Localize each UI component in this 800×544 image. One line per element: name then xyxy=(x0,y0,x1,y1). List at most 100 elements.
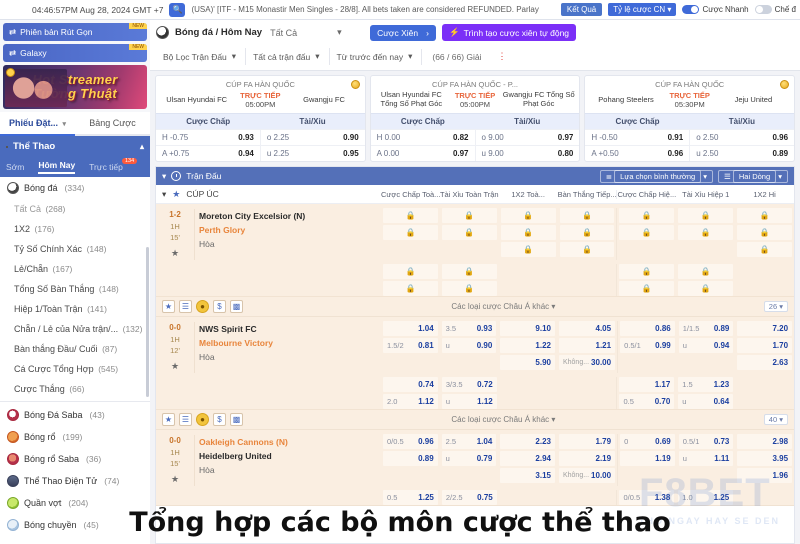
hot-streamer-banner[interactable]: Hot Streamer Tường Thuật xyxy=(3,65,147,109)
dollar-icon[interactable]: $ xyxy=(213,300,226,313)
sidebar-item-total-goals[interactable]: Tổng Số Bàn Thắng (148) xyxy=(0,279,150,299)
odd-cell[interactable]: 5.90 xyxy=(500,355,555,370)
card-odd-cell[interactable]: o 2.50 0.96 xyxy=(689,130,794,145)
card-odd-cell[interactable]: o 9.00 0.97 xyxy=(474,130,580,145)
odd-cell[interactable]: 0.5/1 0.73 xyxy=(678,434,734,449)
odd-cell[interactable]: 2.0 1.12 xyxy=(383,394,438,409)
sort-icon[interactable]: ⋮ xyxy=(494,51,507,62)
coin-icon[interactable]: ● xyxy=(196,413,209,426)
sidebar-item-esports[interactable]: Thể Thao Điện Tử (74) xyxy=(0,470,150,492)
odd-cell[interactable]: 0.86 xyxy=(620,321,675,336)
odd-cell[interactable]: 4.05 xyxy=(558,321,616,336)
card-odd-cell[interactable]: H 0.00 0.82 xyxy=(371,130,475,145)
quick-bet-switch[interactable] xyxy=(682,5,700,14)
odd-cell[interactable]: 3.95 xyxy=(737,451,793,466)
sports-header[interactable]: Thể Thao ▴ xyxy=(0,136,150,157)
odd-cell[interactable]: 1.21 xyxy=(558,338,616,353)
selection-mode-select[interactable]: ≣ Lựa chọn bình thường ▾ xyxy=(599,169,714,183)
mode-toggle[interactable]: Chế đ xyxy=(754,5,796,14)
card-odd-cell[interactable]: H -0.75 0.93 xyxy=(156,130,260,145)
sidebar-item-tennis[interactable]: Quần vợt (204) xyxy=(0,492,150,514)
quick-bet-toggle[interactable]: Cược Nhanh xyxy=(682,5,749,14)
results-button[interactable]: Kết Quả xyxy=(560,3,603,16)
sidebar-item-football-saba[interactable]: Bóng Đá Saba (43) xyxy=(0,404,150,426)
odd-cell[interactable]: u 0.90 xyxy=(441,338,497,353)
row-mode-select[interactable]: ☰ Hai Dòng ▾ xyxy=(718,169,788,183)
odd-cell[interactable]: 0.5 0.70 xyxy=(619,394,675,409)
odd-cell[interactable]: 2.63 xyxy=(737,355,793,370)
odd-cell[interactable]: 1.04 xyxy=(383,321,438,336)
card-odd-cell[interactable]: A +0.75 0.94 xyxy=(156,146,260,161)
odd-cell[interactable]: Không... 10.00 xyxy=(558,468,616,483)
odd-cell[interactable]: 0/0.5 0.96 xyxy=(383,434,438,449)
star-icon[interactable]: ★ xyxy=(162,300,175,313)
sidebar-item-1x2[interactable]: 1X2 (176) xyxy=(0,219,150,239)
card-odd-cell[interactable]: H -0.50 0.91 xyxy=(585,130,689,145)
stats-icon[interactable]: ▩ xyxy=(230,300,243,313)
coin-icon[interactable]: ● xyxy=(196,300,209,313)
odd-cell[interactable]: 1.22 xyxy=(500,338,555,353)
card-odd-cell[interactable]: A 0.00 0.97 xyxy=(371,146,475,161)
promo-galaxy[interactable]: ⇄ Galaxy NEW xyxy=(3,44,147,62)
sub-tab-early[interactable]: Sớm xyxy=(6,162,24,172)
odd-cell[interactable]: 2/2.5 0.75 xyxy=(441,490,497,505)
sidebar-item-basketball-saba[interactable]: Bóng rổ Saba (36) xyxy=(0,448,150,470)
nav-group-football[interactable]: Bóng đá (334) xyxy=(0,177,150,199)
promo-lite-version[interactable]: ⇄ Phiên bản Rút Gọn NEW xyxy=(3,23,147,41)
odd-cell[interactable]: Không... 30.00 xyxy=(558,355,616,370)
card-odd-cell[interactable]: u 9.00 0.80 xyxy=(474,146,580,161)
card-odd-cell[interactable]: A +0.50 0.96 xyxy=(585,146,689,161)
featured-card[interactable]: CÚP FA HÀN QUỐC Pohang Steelers TRỰC TIẾ… xyxy=(584,75,796,162)
search-icon[interactable]: 🔍 xyxy=(169,2,186,17)
chevron-down-icon-table[interactable]: ▾ xyxy=(162,171,166,182)
sidebar-item-first-last-goal[interactable]: Bàn thắng Đầu/ Cuối (87) xyxy=(0,339,150,359)
odd-cell[interactable]: u 0.64 xyxy=(678,394,734,409)
sidebar-item-all[interactable]: Tất Cả (268) xyxy=(0,199,150,219)
favorite-star-icon[interactable]: ★ xyxy=(156,247,194,261)
odd-cell[interactable]: 0.5/1 0.99 xyxy=(620,338,675,353)
odd-cell[interactable]: u 1.11 xyxy=(678,451,734,466)
sidebar-scrollbar[interactable] xyxy=(146,247,149,397)
more-count-badge[interactable]: 40 ▾ xyxy=(763,414,788,425)
odd-cell[interactable]: 3/3.5 0.72 xyxy=(441,377,497,392)
sidebar-item-basketball[interactable]: Bóng rổ (199) xyxy=(0,426,150,448)
favorite-star-icon[interactable]: ★ xyxy=(156,473,194,487)
odd-cell[interactable]: 3.15 xyxy=(500,468,555,483)
odd-cell[interactable]: 0.5 1.25 xyxy=(383,490,438,505)
stats-icon[interactable]: ▩ xyxy=(230,413,243,426)
odd-cell[interactable]: 0.74 xyxy=(383,377,438,392)
odd-cell[interactable]: 1.5/2 0.81 xyxy=(383,338,438,353)
filter-match[interactable]: Bộ Lọc Trận Đấu ▾ xyxy=(156,48,243,65)
odd-cell[interactable]: 1.79 xyxy=(558,434,616,449)
odd-cell[interactable]: 1/1.5 0.89 xyxy=(678,321,734,336)
sidebar-item-mix-parlay[interactable]: Cá Cược Tổng Hợp (545) xyxy=(0,359,150,379)
league-group-row[interactable]: ▾ ★ CÚP ÚC xyxy=(156,189,381,200)
odd-cell[interactable]: 0.89 xyxy=(383,451,438,466)
auto-parlay-button[interactable]: ⚡ Trình tạo cược xiên tự động xyxy=(441,24,577,41)
tab-bet-board[interactable]: Bảng Cược xyxy=(75,112,150,134)
sidebar-item-volleyball[interactable]: Bóng chuyền (45) xyxy=(0,514,150,536)
odd-cell[interactable]: 1.0 1.25 xyxy=(678,490,734,505)
chevron-up-icon[interactable]: ▴ xyxy=(140,142,144,151)
more-asian-bets[interactable]: Các loại cược Châu Á khác ▾ xyxy=(451,302,555,311)
sidebar-item-correct-score[interactable]: Tỷ Số Chính Xác (148) xyxy=(0,239,150,259)
sidebar-item-odd-even[interactable]: Lẻ/Chẵn (167) xyxy=(0,259,150,279)
dollar-icon[interactable]: $ xyxy=(213,413,226,426)
filter-date-range[interactable]: Từ trước đến nay ▾ xyxy=(328,48,420,65)
parlay-button[interactable]: Cược Xiên › xyxy=(370,24,436,41)
list-icon[interactable]: ☰ xyxy=(179,413,192,426)
sidebar-item-outright[interactable]: Cược Thắng (66) xyxy=(0,379,150,399)
card-odd-cell[interactable]: u 2.50 0.89 xyxy=(689,146,794,161)
odd-cell[interactable]: 1.70 xyxy=(737,338,793,353)
odd-cell[interactable]: 0 0.69 xyxy=(620,434,675,449)
sidebar-item-half-odd-even[interactable]: Chẵn / Lẻ của Nửa trận/... (132) xyxy=(0,319,150,339)
favorite-star-icon[interactable]: ★ xyxy=(156,360,194,374)
sub-tab-today[interactable]: Hôm Nay xyxy=(38,160,76,174)
odd-cell[interactable]: 2.23 xyxy=(500,434,555,449)
odd-cell[interactable]: 3.5 0.93 xyxy=(441,321,497,336)
filter-all-matches[interactable]: Tất cả trận đấu ▾ xyxy=(245,48,326,65)
sub-tab-live[interactable]: Trực tiếp xyxy=(89,162,123,172)
chevron-down-icon-league[interactable]: ▾ xyxy=(162,189,166,200)
odd-cell[interactable]: 9.10 xyxy=(500,321,555,336)
more-asian-bets[interactable]: Các loại cược Châu Á khác ▾ xyxy=(451,415,555,424)
